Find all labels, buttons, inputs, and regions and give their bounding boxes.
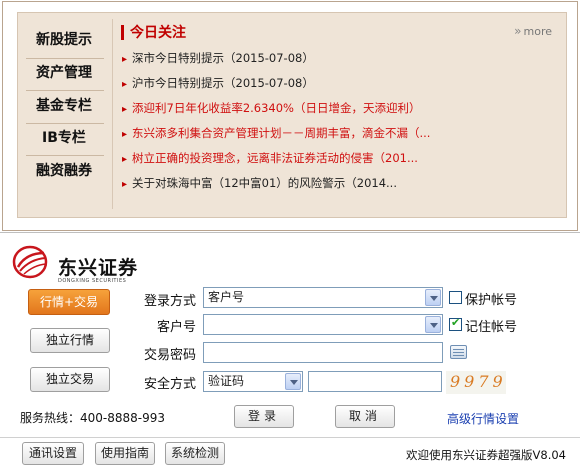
news-item-text: 添迎利7日年化收益率2.6340%（日日增金，天添迎利）: [132, 101, 421, 115]
password-label: 交易密码: [143, 348, 196, 363]
menu-item-fund-column[interactable]: 基金专栏: [18, 91, 110, 121]
login-mode-label: 登录方式: [143, 294, 196, 309]
captcha-input[interactable]: [308, 371, 442, 392]
footer-divider: [0, 437, 580, 438]
welcome-version-text: 欢迎使用东兴证券超强版V8.04: [406, 448, 566, 462]
standalone-quote-button[interactable]: 独立行情: [30, 328, 110, 353]
system-check-button[interactable]: 系统检测: [165, 442, 225, 465]
news-item-text: 深市今日特别提示（2015-07-08）: [132, 51, 314, 65]
news-item[interactable]: ▸ 沪市今日特别提示（2015-07-08）: [122, 75, 562, 91]
menu-item-asset-management[interactable]: 资产管理: [18, 58, 110, 88]
news-item-text: 沪市今日特别提示（2015-07-08）: [132, 76, 314, 90]
bullet-icon: ▸: [122, 79, 128, 90]
quote-and-trade-button[interactable]: 行情+交易: [28, 289, 110, 315]
comm-settings-button[interactable]: 通讯设置: [22, 442, 84, 465]
account-select[interactable]: [203, 314, 443, 335]
menu-vertical-divider: [112, 19, 113, 209]
news-item-text: 关于对珠海中富（12中富01）的风险警示（2014...: [132, 176, 397, 190]
news-item[interactable]: ▸ 树立正确的投资理念，远离非法证券活动的侵害（201...: [122, 150, 562, 166]
menu-item-new-stock[interactable]: 新股提示: [18, 25, 110, 55]
cancel-button[interactable]: 取消: [335, 405, 395, 428]
news-panel: 新股提示 资产管理 基金专栏 IB专栏 融资融券 今日关注 » more ▸ 深市今…: [0, 0, 580, 232]
news-inner: 新股提示 资产管理 基金专栏 IB专栏 融资融券 今日关注 » more ▸ 深市今…: [17, 12, 567, 218]
advanced-quote-settings-link[interactable]: 高级行情设置: [447, 410, 519, 427]
chevron-down-icon[interactable]: [425, 289, 441, 306]
logo-subtitle: DONGXING SECURITIES: [58, 278, 127, 284]
user-guide-button[interactable]: 使用指南: [95, 442, 155, 465]
news-header: 今日关注: [121, 22, 186, 42]
bullet-icon: ▸: [122, 129, 128, 140]
logo-name: 东兴证券: [58, 257, 139, 279]
service-hotline: 服务热线：400-8888-993: [20, 411, 166, 425]
more-link[interactable]: » more: [514, 24, 552, 38]
login-panel: 东兴证券 DONGXING SECURITIES 行情+交易 独立行情 独立交易…: [0, 232, 580, 470]
menu-item-ib-column[interactable]: IB专栏: [18, 123, 110, 153]
protect-account-checkbox[interactable]: [449, 291, 462, 304]
news-item-text: 东兴添多利集合资产管理计划－－周期丰富，滴金不漏（...: [132, 126, 431, 140]
bullet-icon: ▸: [122, 179, 128, 190]
security-mode-select[interactable]: 验证码: [203, 371, 303, 392]
news-item-text: 树立正确的投资理念，远离非法证券活动的侵害（201...: [132, 151, 418, 165]
protect-account-label[interactable]: 保护帐号: [465, 289, 517, 308]
news-header-title: 今日关注: [130, 25, 186, 41]
news-item[interactable]: ▸ 添迎利7日年化收益率2.6340%（日日增金，天添迎利）: [122, 100, 562, 116]
remember-account-label[interactable]: 记住帐号: [465, 316, 517, 335]
bullet-icon: ▸: [122, 54, 128, 65]
double-chevron-right-icon: »: [514, 24, 522, 38]
security-mode-label: 安全方式: [143, 377, 196, 392]
left-menu: 新股提示 资产管理 基金专栏 IB专栏 融资融券: [18, 13, 110, 217]
company-logo: 东兴证券 DONGXING SECURITIES: [12, 243, 142, 284]
news-item[interactable]: ▸ 东兴添多利集合资产管理计划－－周期丰富，滴金不漏（...: [122, 125, 562, 141]
security-mode-value: 验证码: [208, 374, 245, 388]
news-item[interactable]: ▸ 关于对珠海中富（12中富01）的风险警示（2014...: [122, 175, 562, 191]
news-item[interactable]: ▸ 深市今日特别提示（2015-07-08）: [122, 50, 562, 66]
chevron-down-icon[interactable]: [285, 373, 301, 390]
bullet-icon: ▸: [122, 154, 128, 165]
login-mode-value: 客户号: [208, 290, 245, 304]
remember-account-checkbox[interactable]: [449, 316, 462, 331]
password-field[interactable]: [203, 342, 443, 363]
keyboard-icon[interactable]: [450, 345, 467, 359]
login-mode-select[interactable]: 客户号: [203, 287, 443, 308]
chevron-down-icon[interactable]: [425, 316, 441, 333]
standalone-trade-button[interactable]: 独立交易: [30, 367, 110, 392]
captcha-image[interactable]: 9979: [446, 371, 506, 394]
more-label: more: [523, 25, 553, 38]
bullet-icon: ▸: [122, 104, 128, 115]
account-label: 客户号: [156, 320, 196, 335]
captcha-text: 9979: [450, 372, 507, 391]
menu-item-margin-trading[interactable]: 融资融券: [18, 156, 110, 186]
logo-mark-icon: [12, 245, 48, 279]
login-button[interactable]: 登录: [234, 405, 294, 428]
